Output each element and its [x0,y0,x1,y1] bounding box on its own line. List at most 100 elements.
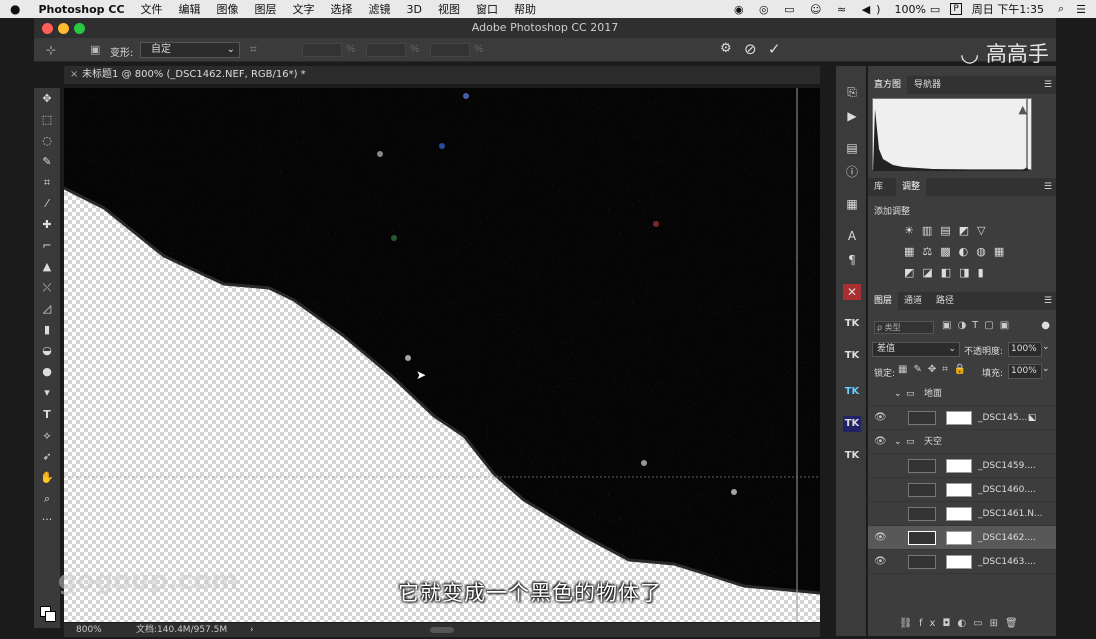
info-icon[interactable]: ⓘ [843,164,861,180]
zoom-level[interactable]: 800% [76,623,102,637]
input-method-icon[interactable]: P [950,3,962,15]
plugin-close-icon[interactable]: ✕ [843,284,861,300]
zoom-window-button[interactable] [74,23,85,34]
width-field[interactable] [302,43,342,57]
character-icon[interactable]: A [843,228,861,244]
adjustment-layer-icon[interactable]: ◐ [957,618,973,629]
apple-icon[interactable]: ● [10,2,20,16]
status-icons[interactable]: ◉ ◎ ▭ ☺ ≈ ◀) [734,3,887,16]
layer-row[interactable]: _DSC1459.... [868,454,1056,478]
blur-icon[interactable]: ◒ [40,344,54,358]
play-actions-icon[interactable]: ▶ [843,108,861,124]
tab-library[interactable]: 库 [868,178,889,196]
bend-field[interactable] [430,43,470,57]
dodge-icon[interactable]: ● [40,365,54,379]
more-tools-icon[interactable]: ··· [40,513,54,527]
layer-mask-thumbnail[interactable] [946,531,972,545]
layer-mask-thumbnail[interactable] [946,507,972,521]
fill-value[interactable]: 100% [1008,364,1042,379]
cancel-transform-icon[interactable]: ⊘ [744,40,757,58]
history-icon[interactable]: ⎘ [843,84,861,100]
background-color-swatch[interactable] [45,611,56,622]
move-tool-icon[interactable]: ⊹ [46,43,56,57]
menu-3d[interactable]: 3D [407,3,422,16]
chevron-down-icon[interactable]: ⌄ [894,430,902,454]
horizontal-scrollbar[interactable] [430,627,454,633]
reference-point-icon[interactable]: ▣ [90,43,100,56]
menu-help[interactable]: 帮助 [514,1,536,17]
new-group-icon[interactable]: ▭ [973,618,989,629]
layer-group-sky[interactable]: 👁 ⌄ ▭ 天空 [868,430,1056,454]
visibility-eye-icon[interactable]: 👁 [874,406,887,430]
menu-window[interactable]: 窗口 [476,1,498,17]
panel-menu-icon[interactable]: ☰ [1044,292,1052,310]
eyedropper-icon[interactable]: ⁄ [40,197,54,211]
minimize-window-button[interactable] [58,23,69,34]
tab-layers[interactable]: 图层 [868,292,899,310]
transform-select[interactable]: 自定 ⌄ [140,42,240,58]
tab-channels[interactable]: 通道 [898,292,928,310]
menu-image[interactable]: 图像 [217,1,239,17]
warning-icon[interactable]: ▲ [1019,103,1027,116]
doc-info[interactable]: 文档:140.4M/957.5M [136,623,227,637]
move-icon[interactable]: ✥ [40,92,54,106]
layer-row-selected[interactable]: 👁 _DSC1462.... [868,526,1056,550]
properties-icon[interactable]: ▤ [843,140,861,156]
blend-mode-select[interactable]: 差值 ⌄ [872,342,960,357]
link-layers-icon[interactable]: ⛓ [899,618,919,629]
visibility-eye-icon[interactable]: 👁 [874,550,887,574]
menu-edit[interactable]: 编辑 [179,1,201,17]
zoom-icon[interactable]: ⌕ [40,492,54,506]
tab-navigator[interactable]: 导航器 [908,76,947,94]
spotlight-icon[interactable]: ⌕ [1058,2,1064,16]
menu-list-icon[interactable]: ☰ [1076,3,1086,16]
warp-icon[interactable]: ⌗ [250,42,257,57]
shape-icon[interactable]: ➶ [40,450,54,464]
chevron-down-icon[interactable]: ⌄ [894,382,902,406]
adjust-row-3[interactable]: ◩◪◧◨▮ [904,262,1024,283]
paragraph-icon[interactable]: ¶ [843,252,861,268]
menu-filter[interactable]: 滤镜 [369,1,391,17]
layer-row[interactable]: _DSC1461.N... [868,502,1056,526]
fx-icon[interactable]: fx [919,618,942,629]
swatches-icon[interactable]: ▦ [843,196,861,212]
hand-icon[interactable]: ✋ [40,471,54,485]
path-select-icon[interactable]: ⟡ [40,429,54,443]
stamp-icon[interactable]: ▲ [40,260,54,274]
lock-icons[interactable]: ▦✎✥⌗🔒 [898,364,972,375]
commit-transform-icon[interactable]: ✓ [768,40,781,58]
tk-panel-2-icon[interactable]: TK [843,348,861,364]
tk-panel-4-icon[interactable]: TK [843,416,861,432]
document-canvas[interactable]: ➤ [64,88,820,622]
adjust-row-2[interactable]: ▦⚖▩◐◍▦ [904,241,1024,262]
battery-icon[interactable]: ▭ [930,3,940,16]
marquee-icon[interactable]: ⬚ [40,113,54,127]
status-expand-icon[interactable]: › [250,623,254,637]
clock[interactable]: 周日 下午1:35 [972,1,1044,17]
tk-panel-5-icon[interactable]: TK [843,448,861,464]
fill-slider-icon[interactable]: ⌄ [1042,364,1050,374]
quick-select-icon[interactable]: ✎ [40,155,54,169]
layer-kind-filter[interactable]: ρ 类型 [874,321,934,334]
menu-file[interactable]: 文件 [141,1,163,17]
panel-menu-icon[interactable]: ☰ [1044,178,1052,196]
tk-panel-1-icon[interactable]: TK [843,316,861,332]
pen-icon[interactable]: ▾ [40,386,54,400]
tab-adjustments[interactable]: 调整 [896,178,927,196]
layer-mask-thumbnail[interactable] [946,555,972,569]
eraser-icon[interactable]: ◿ [40,302,54,316]
close-window-button[interactable] [42,23,53,34]
menu-type[interactable]: 文字 [293,1,315,17]
menu-view[interactable]: 视图 [438,1,460,17]
opacity-value[interactable]: 100% [1008,342,1042,357]
new-layer-icon[interactable]: ⊞ [990,618,1005,629]
type-icon[interactable]: T [40,408,54,422]
visibility-eye-icon[interactable]: 👁 [874,430,887,454]
panel-menu-icon[interactable]: ☰ [1044,76,1052,94]
adjust-row-1[interactable]: ☀▥▤◩▽ [904,220,1024,241]
filter-icons[interactable]: ▣◑T▢▣ [942,320,1015,331]
healing-icon[interactable]: ✚ [40,218,54,232]
layer-row[interactable]: 👁 _DSC1463.... [868,550,1056,574]
filter-toggle-icon[interactable]: ● [1041,320,1050,331]
opacity-slider-icon[interactable]: ⌄ [1042,342,1050,352]
